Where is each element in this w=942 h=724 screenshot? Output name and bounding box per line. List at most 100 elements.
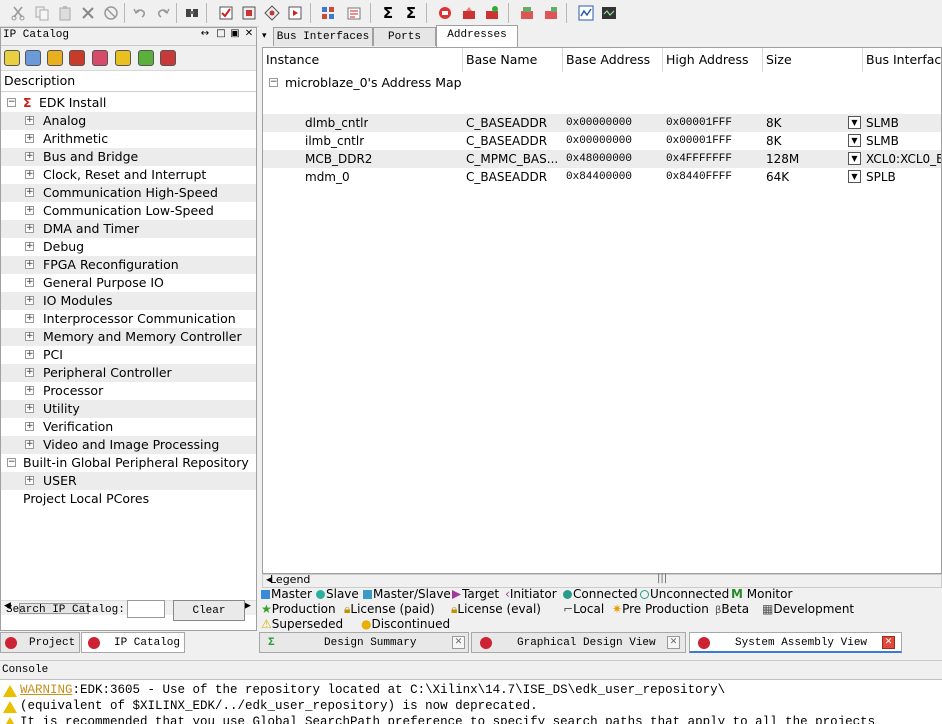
generate-netlist-icon[interactable] — [239, 3, 259, 22]
tree-item[interactable]: + Interprocessor Communication — [1, 310, 256, 328]
redo-icon[interactable] — [153, 3, 173, 22]
expand-icon[interactable]: + — [25, 242, 34, 251]
dropdown-arrow-icon[interactable]: ▼ — [848, 116, 861, 129]
close-tab-icon[interactable]: ✕ — [452, 636, 465, 649]
column-header-bus-interface[interactable]: Bus Interface — [863, 48, 941, 72]
tree-item[interactable]: Project Local PCores — [1, 490, 256, 508]
tree-item[interactable]: + Debug — [1, 238, 256, 256]
expand-icon[interactable]: + — [25, 206, 34, 215]
expand-icon[interactable]: + — [25, 152, 34, 161]
table-row[interactable]: mdm_0 C_BASEADDR 0x84400000 0x8440FFFF 64K SP… — [263, 168, 941, 186]
dropdown-arrow-icon[interactable]: ▼ — [848, 134, 861, 147]
tree-item[interactable]: + PCI — [1, 346, 256, 364]
tree-item[interactable]: + DMA and Timer — [1, 220, 256, 238]
expand-icon[interactable]: + — [25, 260, 34, 269]
column-header-size[interactable]: Size — [763, 48, 863, 72]
tab-ports[interactable]: Ports — [373, 27, 436, 46]
cut-icon[interactable] — [8, 3, 28, 22]
local-icon[interactable] — [69, 50, 85, 66]
expand-icon[interactable]: + — [25, 296, 34, 305]
close-tab-icon[interactable]: ✕ — [667, 636, 680, 649]
tree-item[interactable]: + FPGA Reconfiguration — [1, 256, 256, 274]
close-icon[interactable]: ✕ — [243, 28, 255, 39]
analyzer-icon[interactable] — [576, 3, 596, 22]
table-row[interactable]: MCB_DDR2 C_MPMC_BAS... 0x48000000 0x4FFFFFF… — [263, 150, 941, 168]
dropdown-arrow-icon[interactable]: ▼ — [848, 152, 861, 165]
tree-item[interactable]: + Verification — [1, 418, 256, 436]
expand-icon[interactable]: + — [25, 386, 34, 395]
clear-button[interactable]: Clear — [173, 600, 245, 621]
tree-item[interactable]: + IO Modules — [1, 292, 256, 310]
cell-bus-interface[interactable]: SLMB — [866, 132, 899, 150]
find-icon[interactable] — [182, 3, 202, 22]
expand-icon[interactable]: + — [25, 224, 34, 233]
console-icon[interactable] — [599, 3, 619, 22]
tab-bus-interfaces[interactable]: Bus Interfaces — [273, 27, 373, 46]
tree-item[interactable]: + Analog — [1, 112, 256, 130]
expand-icon[interactable]: + — [25, 368, 34, 377]
cell-bus-interface[interactable]: SPLB — [866, 168, 896, 186]
tree-item[interactable]: + General Purpose IO — [1, 274, 256, 292]
tab-project[interactable]: Project — [0, 632, 80, 653]
collapse-icon[interactable]: − — [7, 98, 16, 107]
expand-icon[interactable]: + — [25, 116, 34, 125]
expand-icon[interactable]: + — [25, 314, 34, 323]
tree-item[interactable]: + Communication High-Speed — [1, 184, 256, 202]
tab-system-assembly-view[interactable]: System Assembly View ✕ — [689, 632, 902, 653]
column-header-high-address[interactable]: High Address — [663, 48, 763, 72]
tree-item[interactable]: + Arithmetic — [1, 130, 256, 148]
sdk-icon[interactable] — [517, 3, 537, 22]
debug-icon[interactable] — [435, 3, 455, 22]
collapse-icon[interactable]: ▾ — [262, 31, 267, 41]
address-map-group[interactable]: − microblaze_0's Address Map — [263, 73, 941, 93]
expand-icon[interactable]: + — [25, 476, 34, 485]
tree-item[interactable]: + Bus and Bridge — [1, 148, 256, 166]
tree-item[interactable]: + Utility — [1, 400, 256, 418]
collapse-group-icon[interactable]: − — [269, 78, 278, 87]
clean-icon[interactable] — [344, 3, 364, 22]
copy-icon[interactable] — [32, 3, 52, 22]
tab-design-summary[interactable]: Σ Design Summary ✕ — [259, 632, 469, 653]
tree-item[interactable]: − Built-in Global Peripheral Repository — [1, 454, 256, 472]
beta-icon[interactable] — [92, 50, 108, 66]
export-design-icon[interactable] — [285, 3, 305, 22]
tree-item[interactable]: + Processor — [1, 382, 256, 400]
maximize-icon[interactable]: ▣ — [229, 28, 241, 39]
search-input[interactable] — [127, 600, 165, 618]
cell-bus-interface[interactable]: SLMB — [866, 114, 899, 132]
add-icon[interactable] — [25, 50, 41, 66]
tree-item[interactable]: + USER — [1, 472, 256, 490]
tab-graphical-design-view[interactable]: Graphical Design View ✕ — [471, 632, 686, 653]
simulate-icon[interactable] — [541, 3, 561, 22]
expand-icon[interactable]: + — [25, 134, 34, 143]
expand-icon[interactable]: + — [25, 332, 34, 341]
restore-icon[interactable]: □ — [215, 28, 227, 39]
tree-item[interactable]: − Σ EDK Install — [1, 94, 256, 112]
sort-icon[interactable] — [4, 50, 20, 66]
sigma-alt-icon[interactable]: Σ — [401, 3, 421, 22]
tree-item[interactable]: + Communication Low-Speed — [1, 202, 256, 220]
expand-icon[interactable]: + — [25, 188, 34, 197]
console-output[interactable]: WARNING:EDK:3605 - Use of the repository… — [0, 679, 942, 724]
paid-license-icon[interactable] — [115, 50, 131, 66]
column-header-instance[interactable]: Instance — [263, 48, 463, 72]
tree-item[interactable]: + Video and Image Processing — [1, 436, 256, 454]
table-row[interactable]: ilmb_cntlr C_BASEADDR 0x00000000 0x00001FFF… — [263, 132, 941, 150]
expand-icon[interactable]: + — [25, 350, 34, 359]
tree-item[interactable]: + Memory and Memory Controller — [1, 328, 256, 346]
expand-icon[interactable]: + — [25, 404, 34, 413]
description-column-header[interactable]: Description — [1, 71, 256, 92]
generate-bitstream-icon[interactable] — [262, 3, 282, 22]
tab-ip-catalog[interactable]: IP Catalog — [81, 632, 185, 653]
download-icon[interactable] — [459, 3, 479, 22]
float-icon[interactable]: ↔ — [199, 28, 211, 39]
cell-bus-interface[interactable]: XCL0:XCL0_B — [866, 150, 941, 168]
close-tab-icon[interactable]: ✕ — [882, 636, 895, 649]
column-header-base-address[interactable]: Base Address — [563, 48, 663, 72]
expand-icon[interactable]: + — [25, 170, 34, 179]
delete-icon[interactable] — [78, 3, 98, 22]
column-header-base-name[interactable]: Base Name — [463, 48, 563, 72]
table-row[interactable]: dlmb_cntlr C_BASEADDR 0x00000000 0x00001FFF… — [263, 114, 941, 132]
tab-addresses[interactable]: Addresses — [436, 25, 518, 47]
production-icon[interactable] — [138, 50, 154, 66]
